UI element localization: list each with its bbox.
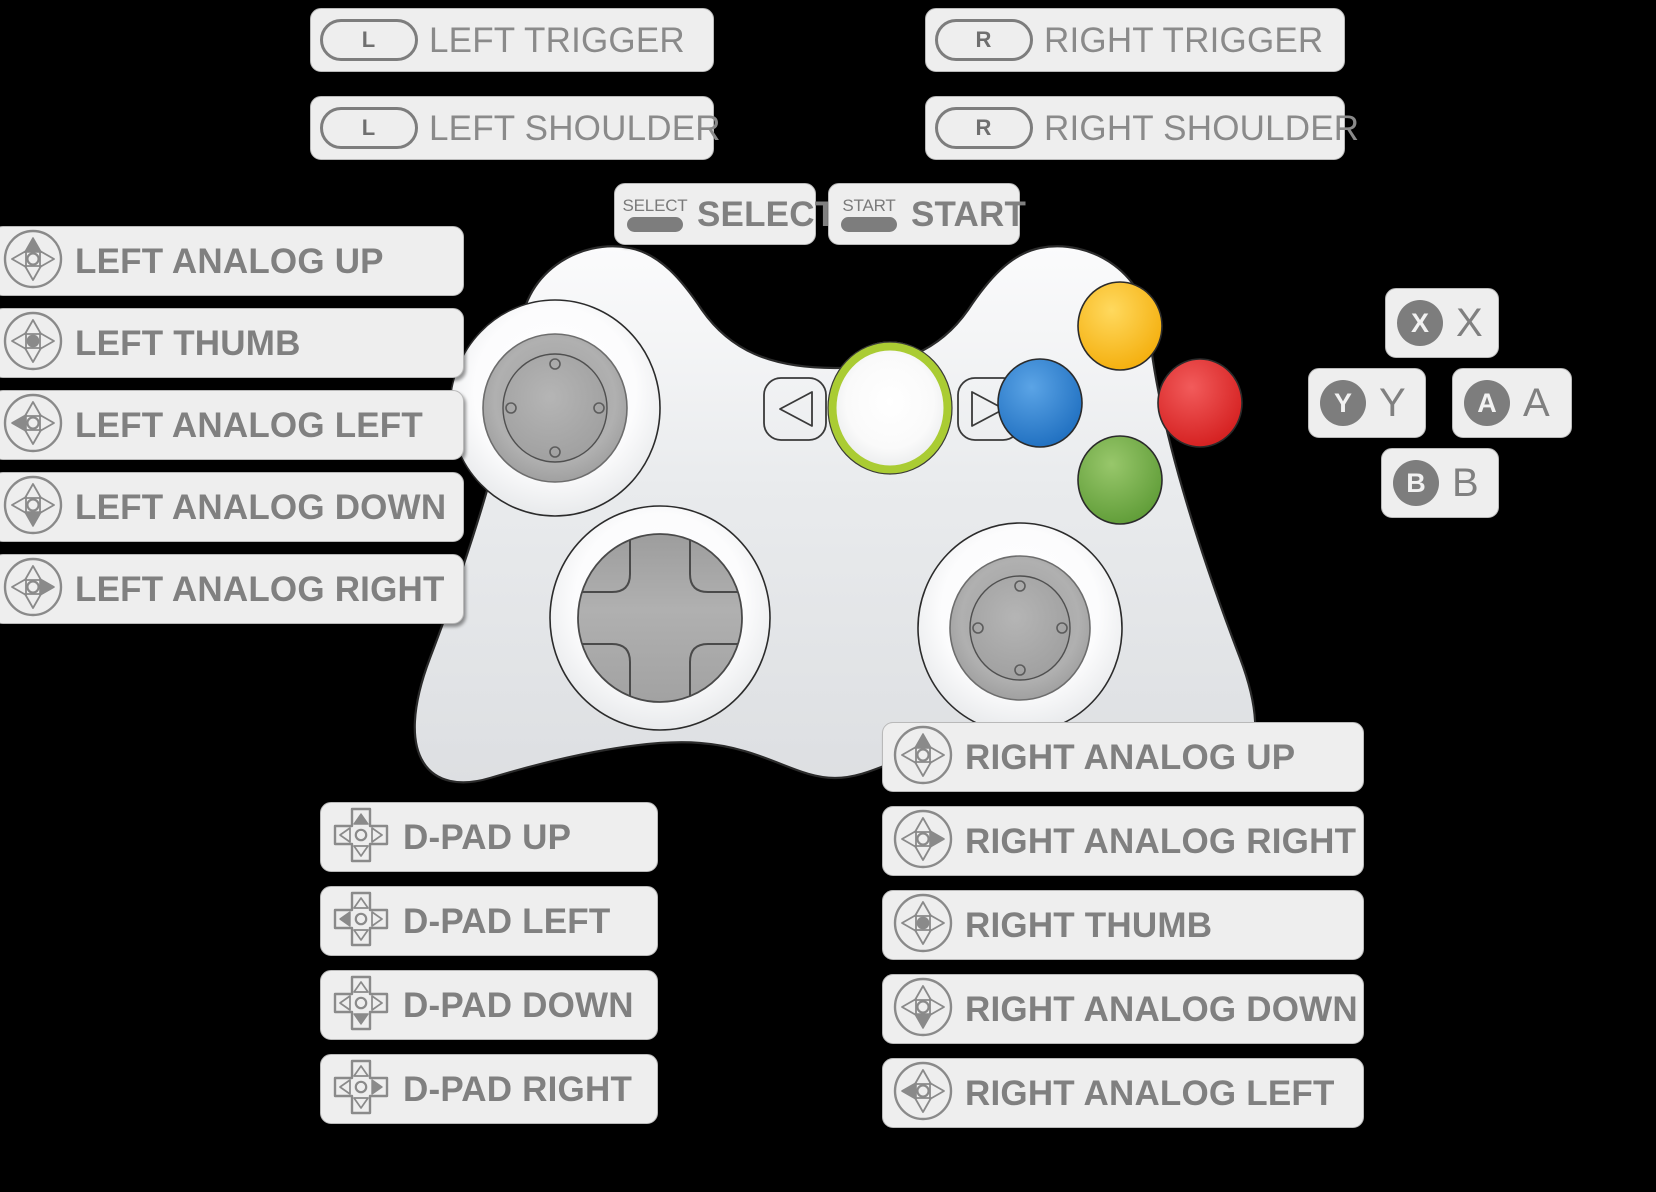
analog-stick-up-icon	[892, 724, 954, 791]
xbox-controller-illustration	[330, 218, 1340, 798]
controller-x-button	[997, 358, 1083, 448]
l-shoulder-pill-icon: L	[320, 107, 418, 149]
mapping-label: RIGHT ANALOG RIGHT	[965, 821, 1357, 861]
mapping-label: LEFT TRIGGER	[429, 20, 685, 60]
gamepad-mapping-screen: L LEFT TRIGGER L LEFT SHOULDER R RIGHT T…	[0, 0, 1656, 1192]
mapping-chip-start[interactable]: START START	[828, 183, 1026, 245]
mapping-label: A	[1523, 381, 1550, 425]
dpad-left-icon	[330, 888, 392, 955]
x-button-icon: X	[1397, 300, 1443, 346]
analog-stick-left-icon	[892, 1060, 954, 1127]
mapping-chip-x-button[interactable]: X X	[1385, 288, 1499, 358]
analog-stick-press-icon	[2, 310, 64, 377]
mapping-label: RIGHT ANALOG DOWN	[965, 989, 1358, 1029]
guide-button[interactable]	[827, 341, 953, 475]
mapping-chip-a-button[interactable]: A A	[1452, 368, 1572, 438]
mapping-label: RIGHT SHOULDER	[1044, 108, 1360, 148]
mapping-chip-right-shoulder[interactable]: R RIGHT SHOULDER	[925, 96, 1359, 160]
select-button-icon: SELECT	[622, 195, 688, 232]
start-icon-caption: START	[842, 195, 896, 215]
mapping-chip-left-trigger[interactable]: L LEFT TRIGGER	[310, 8, 714, 72]
analog-stick-up-icon	[2, 228, 64, 295]
mapping-label: D-PAD RIGHT	[403, 1069, 633, 1109]
mapping-chip-right-analog-left[interactable]: RIGHT ANALOG LEFT	[882, 1058, 1364, 1128]
dpad-right-icon	[330, 1056, 392, 1123]
mapping-label: Y	[1379, 381, 1406, 425]
analog-stick-down-icon	[2, 474, 64, 541]
mapping-label: LEFT ANALOG LEFT	[75, 405, 423, 445]
mapping-label: RIGHT THUMB	[965, 905, 1213, 945]
mapping-chip-left-thumb[interactable]: LEFT THUMB	[0, 308, 464, 378]
b-button-icon: B	[1393, 460, 1439, 506]
mapping-label: LEFT ANALOG UP	[75, 241, 384, 281]
mapping-chip-b-button[interactable]: B B	[1381, 448, 1499, 518]
mapping-label: LEFT ANALOG RIGHT	[75, 569, 445, 609]
mapping-label: D-PAD LEFT	[403, 901, 611, 941]
mapping-chip-select[interactable]: SELECT SELECT	[614, 183, 836, 245]
mapping-chip-dpad-down[interactable]: D-PAD DOWN	[320, 970, 658, 1040]
mapping-chip-left-analog-down[interactable]: LEFT ANALOG DOWN	[0, 472, 464, 542]
controller-b-button	[1157, 358, 1243, 448]
mapping-chip-right-analog-down[interactable]: RIGHT ANALOG DOWN	[882, 974, 1364, 1044]
select-icon-bar	[627, 216, 683, 232]
mapping-chip-right-analog-right[interactable]: RIGHT ANALOG RIGHT	[882, 806, 1364, 876]
dpad-down-icon	[330, 972, 392, 1039]
mapping-chip-left-analog-right[interactable]: LEFT ANALOG RIGHT	[0, 554, 464, 624]
analog-stick-right-icon	[892, 808, 954, 875]
l-shoulder-pill-icon: L	[320, 19, 418, 61]
mapping-label: D-PAD DOWN	[403, 985, 634, 1025]
mapping-label: D-PAD UP	[403, 817, 572, 857]
select-icon-caption: SELECT	[622, 195, 688, 215]
left-analog-stick[interactable]	[449, 299, 661, 517]
mapping-label: RIGHT ANALOG UP	[965, 737, 1296, 777]
mapping-chip-dpad-up[interactable]: D-PAD UP	[320, 802, 658, 872]
analog-stick-down-icon	[892, 976, 954, 1043]
mapping-chip-left-analog-up[interactable]: LEFT ANALOG UP	[0, 226, 464, 296]
r-shoulder-pill-icon: R	[935, 19, 1033, 61]
controller-y-button	[1077, 281, 1163, 371]
mapping-label: LEFT SHOULDER	[429, 108, 721, 148]
mapping-chip-dpad-left[interactable]: D-PAD LEFT	[320, 886, 658, 956]
dpad-up-icon	[330, 804, 392, 871]
mapping-chip-dpad-right[interactable]: D-PAD RIGHT	[320, 1054, 658, 1124]
mapping-label: LEFT ANALOG DOWN	[75, 487, 447, 527]
mapping-label: RIGHT TRIGGER	[1044, 20, 1324, 60]
mapping-chip-right-thumb[interactable]: RIGHT THUMB	[882, 890, 1364, 960]
mapping-label: SELECT	[697, 194, 837, 234]
mapping-chip-y-button[interactable]: Y Y	[1308, 368, 1426, 438]
controller-dpad[interactable]	[549, 505, 771, 731]
analog-stick-left-icon	[2, 392, 64, 459]
y-button-icon: Y	[1320, 380, 1366, 426]
mapping-chip-left-analog-left[interactable]: LEFT ANALOG LEFT	[0, 390, 464, 460]
controller-a-button	[1077, 435, 1163, 525]
mapping-label: B	[1452, 461, 1479, 505]
r-shoulder-pill-icon: R	[935, 107, 1033, 149]
right-analog-stick[interactable]	[917, 522, 1123, 734]
start-button-icon: START	[838, 197, 900, 232]
mapping-chip-left-shoulder[interactable]: L LEFT SHOULDER	[310, 96, 721, 160]
mapping-label: LEFT THUMB	[75, 323, 301, 363]
a-button-icon: A	[1464, 380, 1510, 426]
start-icon-bar	[841, 216, 897, 232]
mapping-label: RIGHT ANALOG LEFT	[965, 1073, 1335, 1113]
mapping-label: X	[1456, 301, 1483, 345]
analog-stick-right-icon	[2, 556, 64, 623]
mapping-chip-right-trigger[interactable]: R RIGHT TRIGGER	[925, 8, 1345, 72]
analog-stick-press-icon	[892, 892, 954, 959]
mapping-label: START	[911, 194, 1027, 234]
mapping-chip-right-analog-up[interactable]: RIGHT ANALOG UP	[882, 722, 1364, 792]
